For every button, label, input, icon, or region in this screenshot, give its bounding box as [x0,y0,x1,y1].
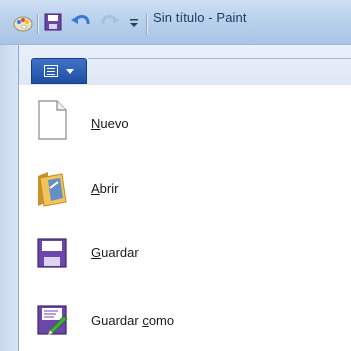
title-bar: Sin título - Paint [0,0,351,45]
paint-menu-button[interactable] [31,58,87,84]
menu-item-abrir[interactable]: Abrir [19,158,351,216]
open-folder-icon [38,172,67,207]
ribbon-divider [88,58,351,59]
menu-item-nuevo[interactable]: Nuevo [19,86,351,144]
menu-item-guardar-como[interactable]: Guardar como [19,286,351,344]
customize-icon[interactable] [127,14,141,30]
redo-icon[interactable] [99,12,121,32]
menu-item-label: Guardar [91,245,139,260]
application-menu: Nuevo Abrir Guardar Guardar como [19,86,351,351]
window-frame-left [0,45,19,351]
chevron-down-icon [66,69,74,74]
new-file-icon [38,100,67,140]
separator [146,14,147,34]
separator [37,14,38,34]
menu-item-guardar[interactable]: Guardar [19,221,351,279]
paint-app-icon[interactable] [12,12,34,34]
save-icon [37,238,67,268]
menu-item-label: Nuevo [91,116,129,131]
save-icon[interactable] [43,12,63,32]
paint-menu-icon [44,65,58,77]
save-as-icon [37,305,68,335]
menu-item-label: Abrir [91,181,119,196]
undo-icon[interactable] [70,12,92,32]
menu-item-label: Guardar como [91,313,175,328]
window-title: Sin título - Paint [153,10,247,25]
